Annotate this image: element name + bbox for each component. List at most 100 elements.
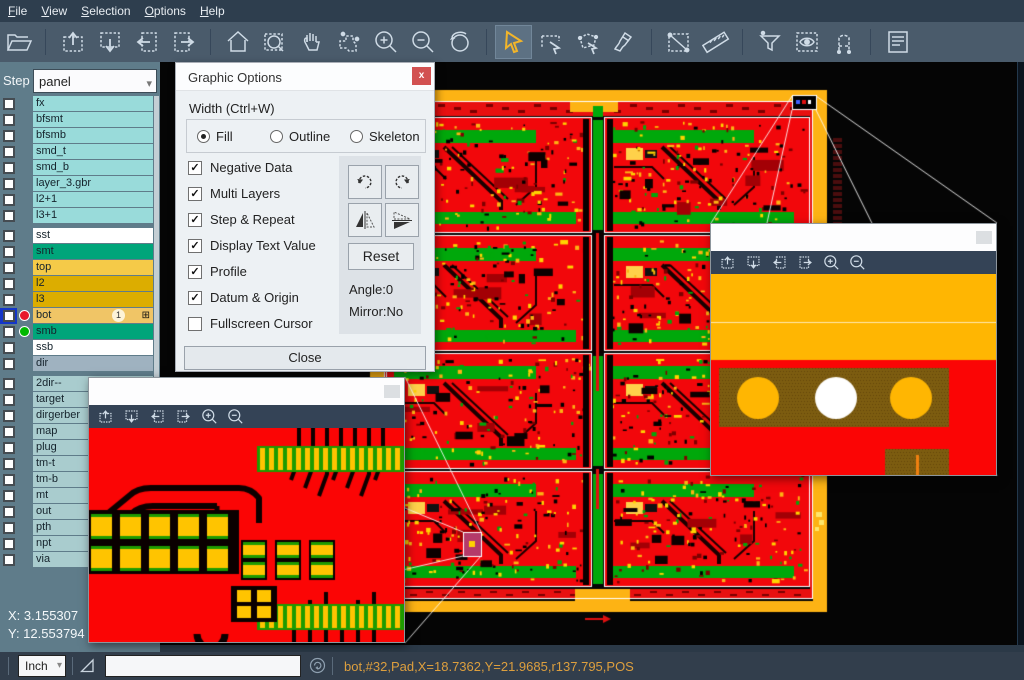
layer-grid-icon[interactable]: ⊞ — [142, 310, 150, 322]
layer-name[interactable]: smt — [33, 244, 153, 259]
dialog-close-icon[interactable]: x — [412, 67, 431, 85]
layer-checkbox[interactable] — [3, 130, 15, 142]
open-file-button[interactable] — [0, 25, 37, 59]
layer-name[interactable]: dir — [33, 356, 153, 371]
layer-checkbox[interactable] — [3, 162, 15, 174]
radio-circle[interactable] — [197, 130, 210, 143]
close-button[interactable]: Close — [184, 346, 426, 370]
radio-fill[interactable]: Fill — [197, 129, 233, 144]
layer-name[interactable]: l3+1 — [33, 208, 153, 223]
layer-checkbox[interactable] — [3, 210, 15, 222]
pan-left-icon[interactable] — [149, 408, 166, 425]
layer-name[interactable]: l2+1 — [33, 192, 153, 207]
zoom-out-button[interactable] — [404, 25, 441, 59]
ruler-button[interactable] — [697, 25, 734, 59]
report-form-button[interactable] — [879, 25, 916, 59]
command-input[interactable] — [105, 655, 301, 677]
home-view-button[interactable] — [219, 25, 256, 59]
layer-checkbox[interactable] — [3, 278, 15, 290]
layer-checkbox[interactable] — [3, 114, 15, 126]
layer-checkbox[interactable] — [3, 178, 15, 190]
zoom-window-left-button[interactable] — [384, 385, 400, 398]
layer-checkbox[interactable] — [3, 554, 15, 566]
layer-checkbox[interactable] — [3, 194, 15, 206]
layer-name[interactable]: bfsmt — [33, 112, 153, 127]
zoom-window-left-view[interactable] — [89, 428, 404, 642]
unit-select[interactable]: Inch ▾ — [18, 655, 66, 677]
checkbox-display-text-value[interactable]: ✓Display Text Value — [188, 238, 316, 253]
checkbox-box[interactable] — [188, 317, 202, 331]
layer-checkbox[interactable] — [3, 342, 15, 354]
layer-checkbox[interactable] — [3, 310, 15, 322]
zoom-window-right-view[interactable] — [711, 274, 996, 475]
pan-left-icon[interactable] — [771, 254, 788, 271]
layer-name[interactable]: fx — [33, 96, 153, 111]
layer-checkbox[interactable] — [3, 506, 15, 518]
layer-checkbox[interactable] — [3, 522, 15, 534]
checkbox-box[interactable]: ✓ — [188, 161, 202, 175]
layer-name[interactable]: sst — [33, 228, 153, 243]
pan-down-icon[interactable] — [123, 408, 140, 425]
zoom-previous-button[interactable] — [441, 25, 478, 59]
layer-name[interactable]: bfsmb — [33, 128, 153, 143]
layer-name[interactable]: l2 — [33, 276, 153, 291]
pan-up-icon[interactable] — [719, 254, 736, 271]
menu-selection[interactable]: Selection — [81, 4, 130, 18]
zoom-out-icon[interactable] — [227, 408, 244, 425]
measure-button[interactable] — [660, 25, 697, 59]
checkbox-fullscreen-cursor[interactable]: Fullscreen Cursor — [188, 316, 313, 331]
pan-up-icon[interactable] — [97, 408, 114, 425]
zoom-window-left-title-bar[interactable] — [89, 378, 404, 405]
zoom-in-icon[interactable] — [201, 408, 218, 425]
reset-button[interactable]: Reset — [348, 243, 414, 270]
layer-name[interactable]: bot1⊞ — [33, 308, 153, 323]
pan-down-icon[interactable] — [745, 254, 762, 271]
view-box-button[interactable] — [788, 25, 825, 59]
zoom-object-button[interactable] — [330, 25, 367, 59]
layer-name[interactable]: smb — [33, 324, 153, 339]
layer-name[interactable]: smd_b — [33, 160, 153, 175]
mirror-horizontal-button[interactable] — [348, 203, 382, 237]
layer-name[interactable]: l3 — [33, 292, 153, 307]
import-top-button[interactable] — [54, 25, 91, 59]
zoom-out-icon[interactable] — [849, 254, 866, 271]
layer-name[interactable]: layer_3.gbr — [33, 176, 153, 191]
checkbox-box[interactable]: ✓ — [188, 187, 202, 201]
radio-outline[interactable]: Outline — [270, 129, 330, 144]
checkbox-datum-origin[interactable]: ✓Datum & Origin — [188, 290, 299, 305]
filter-button[interactable] — [751, 25, 788, 59]
layer-active-dot[interactable] — [19, 326, 30, 337]
menu-options[interactable]: Options — [145, 4, 186, 18]
layer-active-dot[interactable] — [19, 310, 30, 321]
layer-checkbox[interactable] — [3, 426, 15, 438]
layer-checkbox[interactable] — [3, 98, 15, 110]
zoom-window-button[interactable] — [256, 25, 293, 59]
radio-skeleton[interactable]: Skeleton — [350, 129, 420, 144]
layer-checkbox[interactable] — [3, 146, 15, 158]
layer-checkbox[interactable] — [3, 442, 15, 454]
zoom-window-right-button[interactable] — [976, 231, 992, 244]
import-left-button[interactable] — [128, 25, 165, 59]
checkbox-negative-data[interactable]: ✓Negative Data — [188, 160, 292, 175]
layer-checkbox[interactable] — [3, 410, 15, 422]
snap-magnet-button[interactable] — [825, 25, 862, 59]
zoom-in-button[interactable] — [367, 25, 404, 59]
layer-checkbox[interactable] — [3, 262, 15, 274]
checkbox-profile[interactable]: ✓Profile — [188, 264, 247, 279]
import-bottom-button[interactable] — [91, 25, 128, 59]
checkbox-step-repeat[interactable]: ✓Step & Repeat — [188, 212, 295, 227]
mirror-vertical-button[interactable] — [385, 203, 419, 237]
layer-checkbox[interactable] — [3, 326, 15, 338]
checkbox-box[interactable]: ✓ — [188, 213, 202, 227]
import-right-button[interactable] — [165, 25, 202, 59]
pan-hand-button[interactable] — [293, 25, 330, 59]
pan-right-icon[interactable] — [175, 408, 192, 425]
checkbox-box[interactable]: ✓ — [188, 291, 202, 305]
layer-name[interactable]: smd_t — [33, 144, 153, 159]
layer-checkbox[interactable] — [3, 378, 15, 390]
layer-checkbox[interactable] — [3, 294, 15, 306]
layer-checkbox[interactable] — [3, 474, 15, 486]
checkbox-multi-layers[interactable]: ✓Multi Layers — [188, 186, 280, 201]
step-select[interactable]: panel ▾ — [33, 69, 157, 93]
select-rect-button[interactable] — [532, 25, 569, 59]
